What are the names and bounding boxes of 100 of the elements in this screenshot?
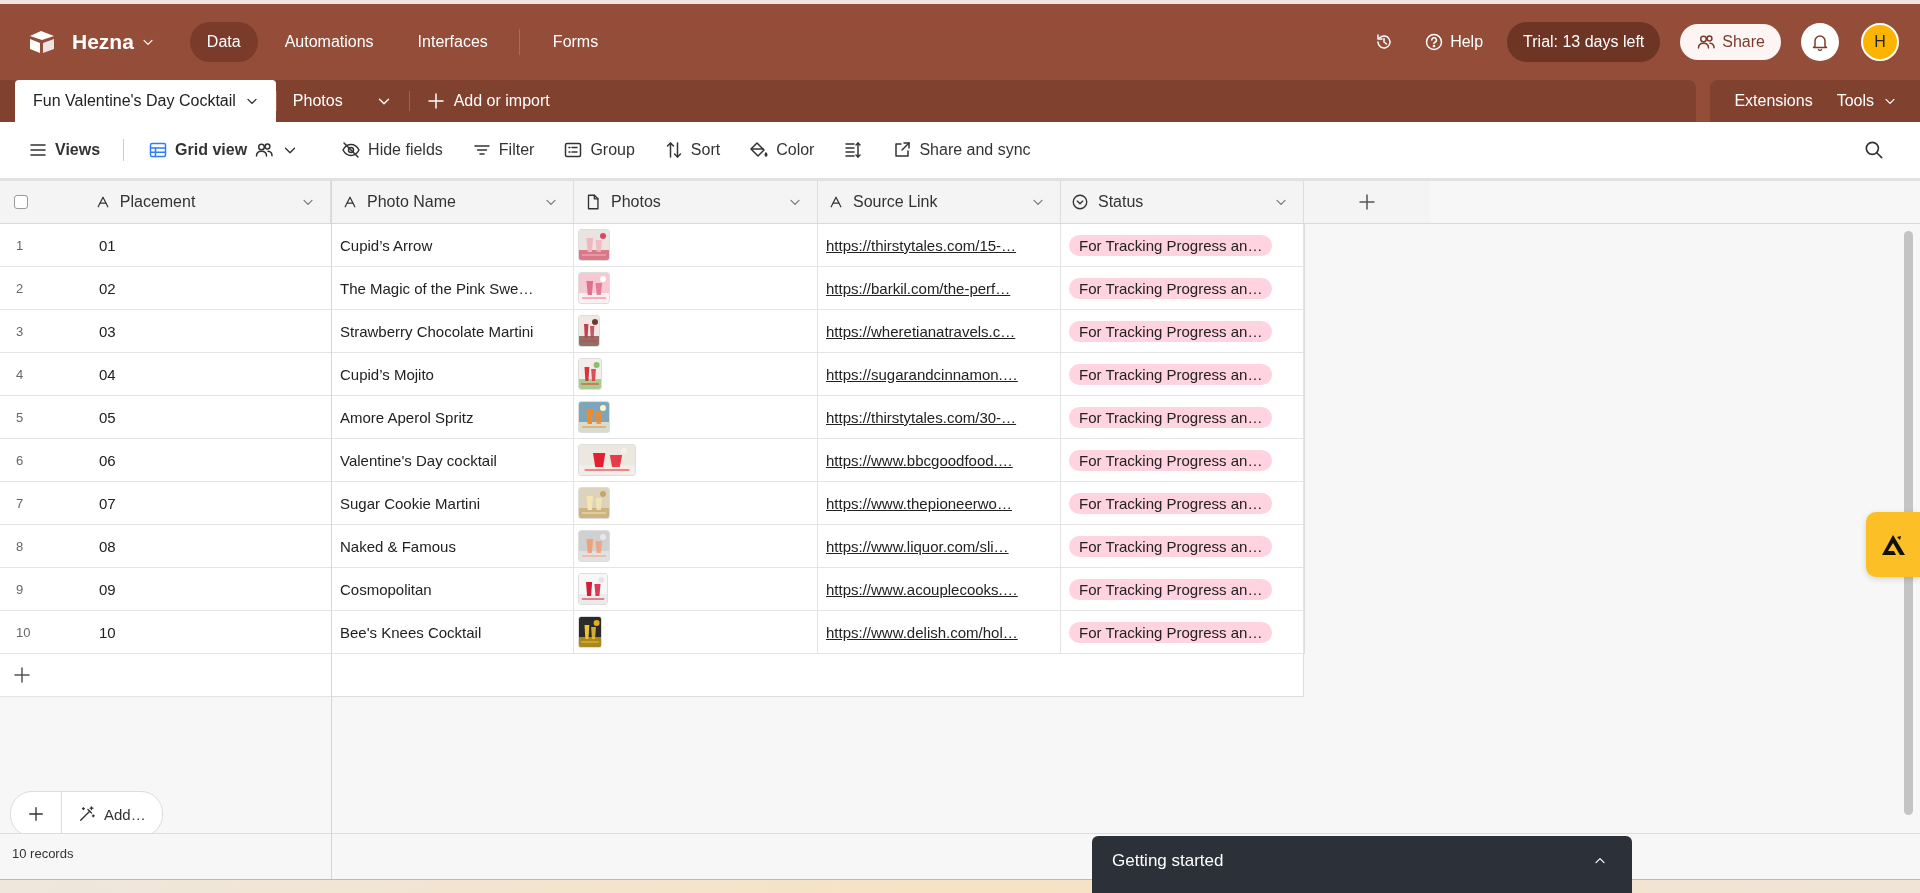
filter-button[interactable]: Filter (461, 134, 545, 166)
row-number: 1 (15, 237, 25, 253)
row-number: 10 (15, 624, 32, 640)
column-header[interactable]: Source Link (818, 181, 1061, 223)
views-button[interactable]: Views (18, 134, 111, 166)
share-button[interactable]: Share (1680, 24, 1781, 60)
source-link[interactable]: https://www.bbcgoodfood.… (826, 451, 1013, 469)
source-link[interactable]: https://thirstytales.com/30-… (826, 408, 1017, 426)
table-tab[interactable]: Fun Valentine's Day Cocktail (15, 80, 276, 122)
dropdown-field-icon (1071, 193, 1089, 211)
table-tab[interactable]: Photos (276, 80, 359, 122)
column-header[interactable]: Photos (574, 181, 818, 223)
record-count: 10 records (12, 846, 74, 861)
nav-tab[interactable]: Forms (535, 22, 616, 62)
table-cell-text: 10 (98, 622, 117, 643)
sort-button[interactable]: Sort (653, 134, 731, 166)
eye-slash-icon (341, 140, 362, 160)
table-cell-text: 08 (98, 536, 117, 557)
share-button[interactable]: Share and sync (882, 134, 1041, 166)
select-all-checkbox[interactable] (14, 195, 28, 209)
table-cell: Cosmopolitan (332, 568, 574, 610)
table-cell: Sugar Cookie Martini (332, 482, 574, 524)
status-tag: For Tracking Progress an… (1069, 320, 1273, 342)
status-tag: For Tracking Progress an… (1069, 406, 1273, 428)
group-button[interactable]: Group (553, 134, 645, 166)
people-icon (1696, 32, 1717, 52)
add-record-button[interactable] (12, 665, 32, 685)
source-link[interactable]: https://wheretianatravels.c… (826, 322, 1016, 340)
source-link[interactable]: https://www.thepioneerwo… (826, 494, 1012, 512)
bell-icon (1810, 32, 1830, 52)
row-number: 5 (15, 409, 25, 425)
help-icon (1424, 32, 1445, 52)
table-cell-text: 06 (98, 450, 117, 471)
assistant-button[interactable] (1866, 512, 1920, 577)
row-number: 9 (15, 581, 25, 597)
table-cell-text: 05 (98, 407, 117, 428)
nav-tab[interactable]: Automations (267, 22, 391, 62)
table-cell: Cupid’s Arrow (332, 224, 574, 266)
source-link[interactable]: https://sugarandcinnamon.… (826, 365, 1018, 383)
table-cell-text: 07 (98, 493, 117, 514)
status-tag: For Tracking Progress an… (1069, 234, 1273, 256)
plus-icon (1357, 192, 1377, 212)
extensions-button[interactable]: Extensions (1722, 80, 1825, 122)
source-link[interactable]: https://www.liquor.com/sli… (826, 537, 1009, 555)
tools-menu[interactable]: Tools (1824, 80, 1910, 122)
grid-view-switcher[interactable]: Grid view (138, 134, 310, 166)
status-tag: For Tracking Progress an… (1069, 492, 1273, 514)
status-tag: For Tracking Progress an… (1069, 535, 1273, 557)
nav-tab[interactable]: Interfaces (400, 22, 505, 62)
status-tag: For Tracking Progress an… (1069, 578, 1273, 600)
source-link[interactable]: https://www.delish.com/hol… (826, 623, 1018, 641)
search-icon (1863, 139, 1885, 161)
logo-icon (28, 30, 56, 54)
source-link[interactable]: https://barkil.com/the-perf… (826, 279, 1011, 297)
help-button[interactable]: Help (1418, 26, 1490, 58)
getting-started-title: Getting started (1112, 850, 1224, 871)
group-icon (563, 140, 584, 160)
hide-button[interactable]: Hide fields (331, 134, 453, 166)
table-cell-text: 01 (98, 235, 117, 256)
collaborators-icon (254, 140, 275, 160)
table-cell-text: 02 (98, 278, 117, 299)
text-field-icon (828, 194, 844, 210)
status-tag: For Tracking Progress an… (1069, 277, 1273, 299)
color-button[interactable]: Color (739, 134, 825, 166)
magic-wand-icon (78, 805, 96, 823)
plus-icon (12, 665, 32, 685)
plus-icon (27, 805, 45, 823)
source-link[interactable]: https://thirstytales.com/15-… (826, 236, 1017, 254)
widget-logo-icon (1880, 533, 1906, 556)
table-cell: Valentine's Day cocktail (332, 439, 574, 481)
row-number: 3 (15, 323, 25, 339)
getting-started-panel[interactable]: Getting started (1092, 836, 1632, 893)
share-icon (892, 140, 913, 160)
row-number: 8 (15, 538, 25, 554)
column-header[interactable]: Photo Name (332, 181, 574, 223)
row-number: 7 (15, 495, 25, 511)
notifications-button[interactable] (1801, 23, 1839, 61)
paint-bucket-icon (749, 140, 770, 160)
nav-tab[interactable]: Data (189, 22, 258, 62)
status-tag: For Tracking Progress an… (1069, 363, 1273, 385)
table-cell: Naked & Famous (332, 525, 574, 567)
add-or-import-button[interactable]: Add or import (409, 80, 566, 122)
grid-icon (148, 140, 169, 160)
status-tag: For Tracking Progress an… (1069, 621, 1273, 643)
row-number: 4 (15, 366, 25, 382)
row-height-icon (843, 140, 864, 160)
workspace-menu[interactable]: Hezna (56, 30, 140, 54)
table-cell-text: 09 (98, 579, 117, 600)
table-cell: Strawberry Chocolate Martini (332, 310, 574, 352)
source-link[interactable]: https://www.acouplecooks.… (826, 580, 1018, 598)
table-cell: Bee's Knees Cocktail (332, 611, 574, 653)
table-cell-text: 03 (98, 321, 117, 342)
column-header[interactable]: Placement (84, 181, 331, 223)
table-cell-text: 04 (98, 364, 117, 385)
user-avatar[interactable]: H (1861, 23, 1899, 61)
table-cell: Amore Aperol Spritz (332, 396, 574, 438)
table-cell: The Magic of the Pink Swe… (332, 267, 574, 309)
table-cell: Cupid’s Mojito (332, 353, 574, 395)
row-number: 2 (15, 280, 25, 296)
trial-badge[interactable]: Trial: 13 days left (1507, 22, 1661, 62)
